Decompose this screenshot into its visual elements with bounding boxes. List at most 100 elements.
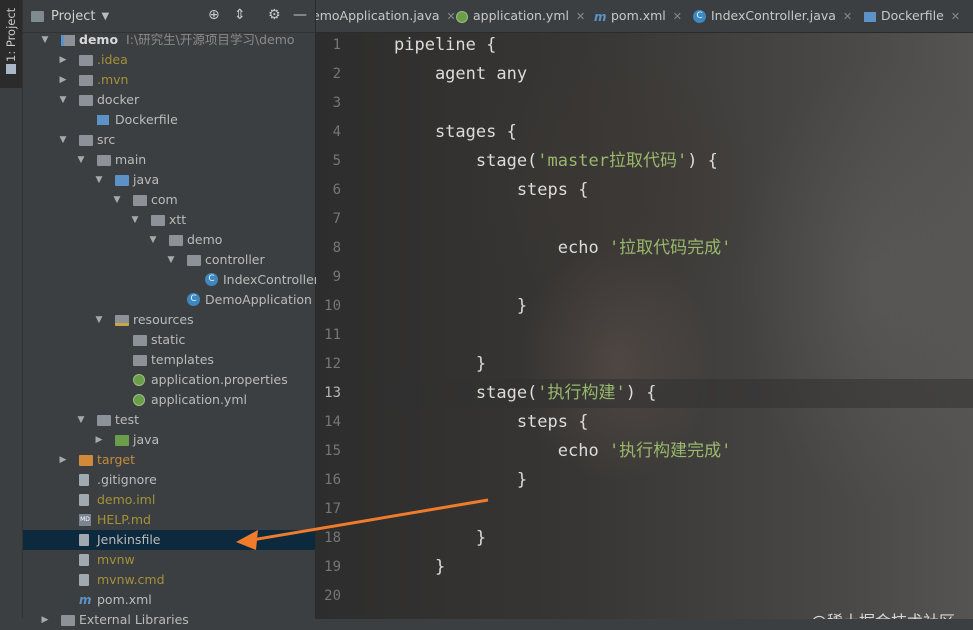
tree-item-label: .idea (97, 52, 128, 67)
folder-icon (79, 95, 93, 106)
tree-item-jenkinsfile[interactable]: Jenkinsfile (23, 530, 315, 550)
tree-item-label: java (133, 172, 160, 187)
code-token: } (394, 470, 528, 490)
line-number: 10 (324, 298, 341, 314)
tree-item-label: DemoApplication (205, 292, 312, 307)
tree-item-dockerfile[interactable]: Dockerfile (23, 110, 315, 130)
tree-item-gitignore[interactable]: .gitignore (23, 470, 315, 490)
chevron-down-icon[interactable]: ▼ (165, 250, 177, 270)
tree-item-xtt[interactable]: ▼ xtt (23, 210, 315, 230)
tree-item-application-yml[interactable]: application.yml (23, 390, 315, 410)
code-line: } (394, 292, 527, 321)
tree-item-com[interactable]: ▼ com (23, 190, 315, 210)
chevron-down-icon[interactable]: ▼ (57, 130, 69, 150)
tree-item-test-java[interactable]: ▶ java (23, 430, 315, 450)
tree-item-help-md[interactable]: MD HELP.md (23, 510, 315, 530)
tab-label: Dockerfile (881, 8, 944, 23)
code-line: echo '拉取代码完成' (394, 234, 732, 263)
close-icon[interactable]: ✕ (843, 10, 852, 23)
tree-item-idea[interactable]: ▶ .idea (23, 50, 315, 70)
close-icon[interactable]: ✕ (447, 10, 456, 23)
module-folder-icon (61, 35, 75, 46)
code-token: steps { (394, 412, 589, 432)
code-token: } (394, 354, 487, 374)
tree-item-templates[interactable]: templates (23, 350, 315, 370)
tree-item-label: demo I:\研究生\开源项目学习\demo (79, 32, 295, 47)
tree-item-docker[interactable]: ▼ docker (23, 90, 315, 110)
hide-panel-icon[interactable]: — (293, 7, 307, 23)
collapse-all-icon[interactable]: ⇕ (234, 7, 246, 23)
tree-item-main[interactable]: ▼ main (23, 150, 315, 170)
line-number: 7 (332, 211, 341, 227)
tree-item-application-properties[interactable]: application.properties (23, 370, 315, 390)
tree-item-src[interactable]: ▼ src (23, 130, 315, 150)
string-literal: '拉取代码完成' (608, 238, 732, 258)
tree-item-mvnw[interactable]: mvnw (23, 550, 315, 570)
tree-item-demo[interactable]: ▼ demo I:\研究生\开源项目学习\demo (23, 30, 315, 50)
tree-item-demo-iml[interactable]: demo.iml (23, 490, 315, 510)
project-view-icon (31, 10, 44, 22)
tab-indexcontroller[interactable]: C IndexController.java ✕ (693, 0, 852, 32)
java-class-icon: C (187, 293, 200, 306)
tree-item-label: demo.iml (97, 492, 156, 507)
folder-icon (133, 335, 147, 346)
tree-item-test[interactable]: ▼ test (23, 410, 315, 430)
excluded-folder-icon (79, 455, 93, 466)
spring-config-icon (456, 10, 468, 23)
tree-item-demoapplication[interactable]: C DemoApplication (23, 290, 315, 310)
test-folder-icon (115, 435, 129, 446)
tree-item-target[interactable]: ▶ target (23, 450, 315, 470)
tree-item-controller[interactable]: ▼ controller (23, 250, 315, 270)
tree-item-static[interactable]: static (23, 330, 315, 350)
tab-dockerfile[interactable]: Dockerfile ✕ (864, 0, 960, 32)
tree-item-mvnw-cmd[interactable]: mvnw.cmd (23, 570, 315, 590)
markdown-icon: MD (79, 514, 91, 526)
chevron-down-icon[interactable]: ▼ (101, 11, 109, 22)
tree-item-label: java (133, 432, 160, 447)
code-token: stages { (394, 122, 517, 142)
tree-item-resources[interactable]: ▼ resources (23, 310, 315, 330)
chevron-right-icon[interactable]: ▶ (57, 70, 69, 90)
chevron-down-icon[interactable]: ▼ (75, 150, 87, 170)
tab-demoapplication[interactable]: emoApplication.java ✕ (316, 0, 456, 32)
tree-item-pom-xml[interactable]: m pom.xml (23, 590, 315, 610)
locate-target-icon[interactable]: ⊕ (208, 7, 220, 23)
tree-item-label: com (151, 192, 178, 207)
chevron-down-icon[interactable]: ▼ (57, 90, 69, 110)
code-editor[interactable]: 1 2 3 4 5 6 7 8 9 10 11 12 13 14 15 16 17 18 19 20 pipeline… (316, 33, 973, 619)
code-line: stage('执行构建') { (394, 379, 657, 408)
tree-item-mvn[interactable]: ▶ .mvn (23, 70, 315, 90)
tree-item-external-libraries[interactable]: ▶ External Libraries (23, 610, 315, 630)
project-view-title[interactable]: Project (51, 9, 95, 24)
chevron-right-icon[interactable]: ▶ (57, 50, 69, 70)
line-number: 18 (324, 530, 341, 546)
folder-icon (97, 155, 111, 166)
tab-pom-xml[interactable]: m pom.xml ✕ (594, 0, 682, 32)
line-number: 6 (332, 182, 341, 198)
tree-item-java[interactable]: ▼ java (23, 170, 315, 190)
chevron-right-icon[interactable]: ▶ (93, 430, 105, 450)
chevron-right-icon[interactable]: ▶ (57, 450, 69, 470)
line-number: 16 (324, 472, 341, 488)
chevron-down-icon[interactable]: ▼ (39, 30, 51, 50)
tree-item-demo-package[interactable]: ▼ demo (23, 230, 315, 250)
chevron-right-icon[interactable]: ▶ (39, 610, 51, 630)
chevron-down-icon[interactable]: ▼ (93, 310, 105, 330)
close-icon[interactable]: ✕ (576, 10, 585, 23)
close-icon[interactable]: ✕ (673, 10, 682, 23)
tab-application-yml[interactable]: application.yml ✕ (456, 0, 585, 32)
folder-icon (151, 215, 165, 226)
gear-icon[interactable]: ⚙ (268, 7, 281, 23)
tree-item-indexcontroller[interactable]: C IndexController (23, 270, 319, 290)
line-number: 9 (332, 269, 341, 285)
project-tool-button[interactable]: 1: Project (0, 0, 22, 88)
code-token: } (394, 296, 528, 316)
chevron-down-icon[interactable]: ▼ (93, 170, 105, 190)
close-icon[interactable]: ✕ (951, 10, 960, 23)
chevron-down-icon[interactable]: ▼ (75, 410, 87, 430)
chevron-down-icon[interactable]: ▼ (111, 190, 123, 210)
line-number: 8 (332, 240, 341, 256)
chevron-down-icon[interactable]: ▼ (147, 230, 159, 250)
chevron-down-icon[interactable]: ▼ (129, 210, 141, 230)
code-token: ) { (687, 151, 718, 171)
